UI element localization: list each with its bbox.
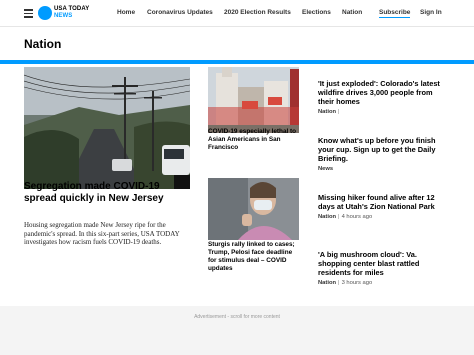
right-story-4-timestamp: 3 hours ago [341,280,373,286]
hamburger-menu-icon[interactable] [24,9,33,18]
right-story-1-category[interactable]: Nation [318,109,336,115]
advertisement-label: Advertisement - scroll for more content [194,314,280,320]
city-photo-illustration [208,67,299,133]
right-story-2[interactable]: Know what's up before you finish your cu… [318,136,448,172]
nav-nation[interactable]: Nation [342,9,362,16]
nav-elections[interactable]: Elections [302,9,331,16]
top-nav: USA TODAY NEWS Home Coronavirus Updates … [0,0,474,27]
main-story-image[interactable] [24,67,190,189]
logo-line1: USA TODAY [54,6,90,12]
right-story-1[interactable]: 'It just exploded': Colorado's latest wi… [318,79,448,115]
nav-home[interactable]: Home [117,9,135,16]
middle-story-1-headline[interactable]: COVID-19 especially lethal to Asian Amer… [208,128,298,152]
subscribe-link[interactable]: Subscribe [379,9,411,18]
right-story-4-category[interactable]: Nation [318,280,336,286]
advertisement-slot: Advertisement - scroll for more content [0,306,474,355]
middle-story-2-headline[interactable]: Sturgis rally linked to cases; Trump, Pe… [208,241,298,273]
masked-person-photo-illustration [208,178,299,240]
nav-election-results[interactable]: 2020 Election Results [224,9,291,16]
nav-coronavirus-updates[interactable]: Coronavirus Updates [147,9,213,16]
meta-separator: | [338,109,340,115]
logo-line2: NEWS [54,12,73,19]
right-story-4[interactable]: 'A big mushroom cloud': Va. shopping cen… [318,250,448,286]
right-story-3-timestamp: 4 hours ago [341,214,373,220]
middle-story-2-image[interactable] [208,178,299,240]
right-story-2-headline[interactable]: Know what's up before you finish your cu… [318,136,448,163]
street-photo-illustration [24,67,190,189]
right-story-2-category[interactable]: News [318,166,333,172]
main-story-headline[interactable]: Segregation made COVID-19 spread quickly… [24,181,190,205]
sign-in-link[interactable]: Sign In [420,9,442,16]
middle-story-1-image[interactable] [208,67,299,133]
page-title: Nation [24,37,62,51]
right-story-3-headline[interactable]: Missing hiker found alive after 12 days … [318,193,448,211]
right-story-1-headline[interactable]: 'It just exploded': Colorado's latest wi… [318,79,448,106]
right-story-3[interactable]: Missing hiker found alive after 12 days … [318,193,448,220]
right-story-4-headline[interactable]: 'A big mushroom cloud': Va. shopping cen… [318,250,448,277]
logo-circle-icon [38,6,52,20]
section-divider [0,60,474,64]
right-story-3-category[interactable]: Nation [318,214,336,220]
main-story-summary: Housing segregation made New Jersey ripe… [24,221,180,247]
